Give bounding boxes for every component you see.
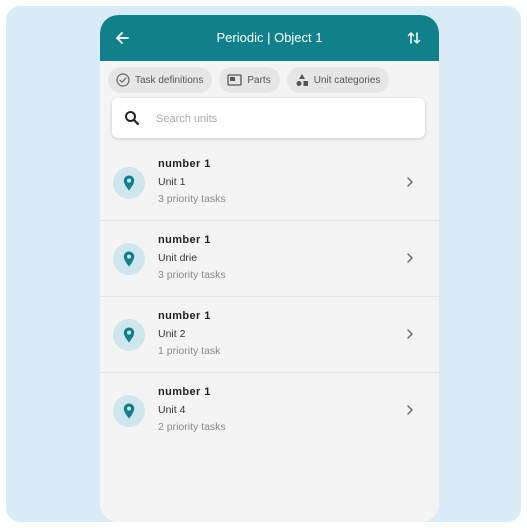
unit-name: Unit 4 xyxy=(158,404,186,416)
unit-name: Unit 2 xyxy=(158,328,186,340)
avatar xyxy=(113,167,145,199)
chip-unit-categories[interactable]: Unit categories xyxy=(286,67,390,93)
unit-number: number 1 xyxy=(158,310,211,322)
chevron-right-icon xyxy=(407,177,413,187)
chip-label: Task definitions xyxy=(135,74,204,86)
unit-number: number 1 xyxy=(158,158,211,170)
shapes-icon xyxy=(296,74,308,86)
chip-parts[interactable]: Parts xyxy=(219,67,280,93)
phone-screen: Periodic | Object 1 Task definitions Par… xyxy=(100,15,439,522)
chevron-right-icon xyxy=(407,329,413,339)
location-pin-icon xyxy=(123,175,135,191)
chevron-right-icon xyxy=(407,405,413,415)
app-bar: Periodic | Object 1 xyxy=(100,15,439,61)
chip-label: Parts xyxy=(247,74,271,86)
sort-arrows-icon xyxy=(407,32,421,44)
unit-number: number 1 xyxy=(158,386,211,398)
unit-tasks: 2 priority tasks xyxy=(158,421,226,433)
search-bar xyxy=(112,98,425,138)
chip-task-definitions[interactable]: Task definitions xyxy=(108,67,213,93)
list-item[interactable]: number 1 Unit 4 2 priority tasks xyxy=(100,373,439,448)
unit-list: number 1 Unit 1 3 priority tasks number … xyxy=(100,145,439,448)
list-item[interactable]: number 1 Unit drie 3 priority tasks xyxy=(100,221,439,297)
arrow-left-icon xyxy=(116,32,129,44)
avatar xyxy=(113,395,145,427)
page-title: Periodic | Object 1 xyxy=(216,30,323,45)
search-input[interactable] xyxy=(154,108,408,130)
avatar xyxy=(113,319,145,351)
unit-tasks: 1 priority task xyxy=(158,345,221,357)
card-icon xyxy=(227,74,243,86)
location-pin-icon xyxy=(123,251,135,267)
chevron-right-icon xyxy=(407,253,413,263)
list-item[interactable]: number 1 Unit 2 1 priority task xyxy=(100,297,439,373)
search-icon xyxy=(125,111,140,126)
unit-name: Unit 1 xyxy=(158,176,186,188)
list-item[interactable]: number 1 Unit 1 3 priority tasks xyxy=(100,145,439,221)
unit-tasks: 3 priority tasks xyxy=(158,269,226,281)
unit-number: number 1 xyxy=(158,234,211,246)
filter-chips: Task definitions Parts Unit categories xyxy=(108,67,390,93)
check-circle-icon xyxy=(116,73,130,87)
unit-name: Unit drie xyxy=(158,252,198,264)
chip-label: Unit categories xyxy=(313,74,381,86)
unit-tasks: 3 priority tasks xyxy=(158,193,226,205)
sort-button[interactable] xyxy=(403,26,425,50)
avatar xyxy=(113,243,145,275)
location-pin-icon xyxy=(123,327,135,343)
location-pin-icon xyxy=(123,403,135,419)
back-button[interactable] xyxy=(110,26,134,50)
